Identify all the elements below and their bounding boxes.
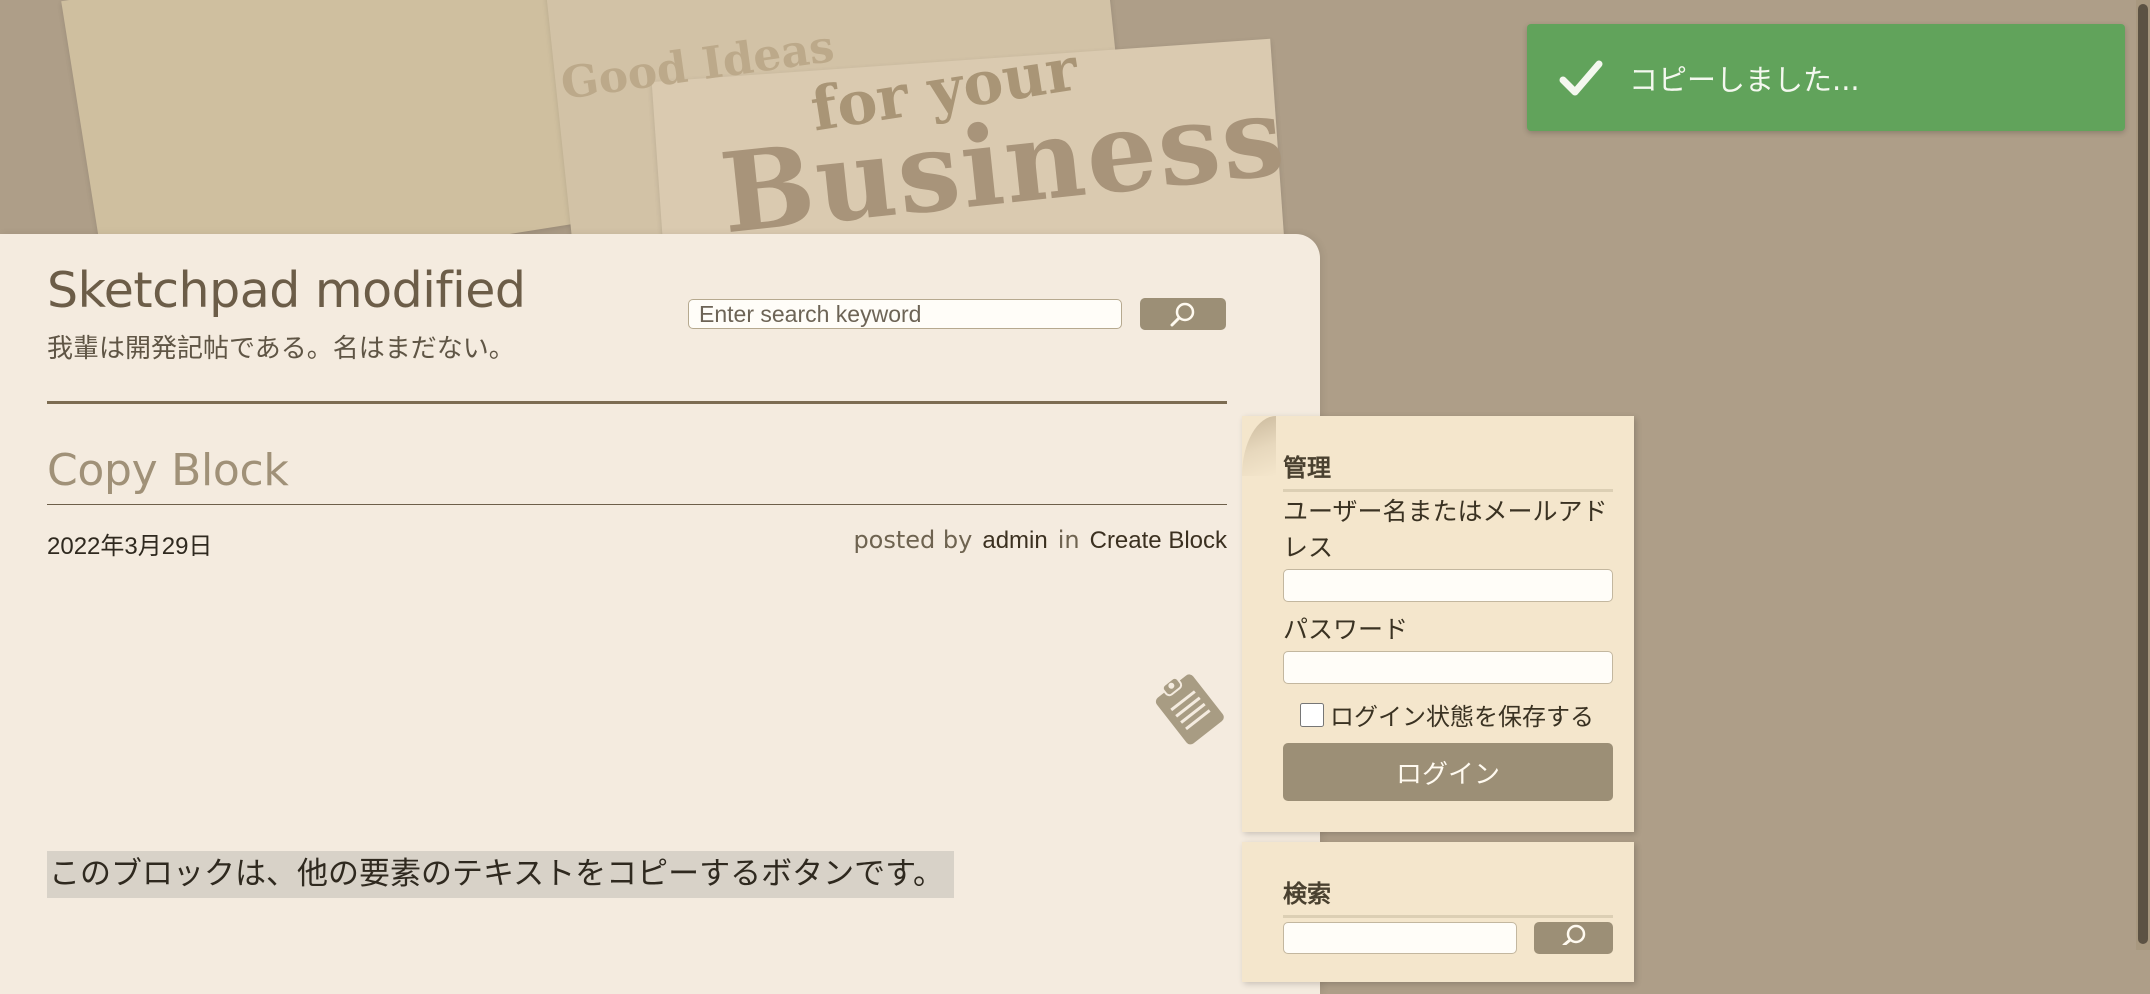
copy-toast: コピーしました... bbox=[1527, 24, 2125, 131]
in-label: in bbox=[1057, 526, 1080, 554]
post-date: 2022年3月29日 bbox=[47, 533, 213, 560]
search-input[interactable] bbox=[688, 299, 1122, 329]
scrollbar-thumb[interactable] bbox=[2138, 4, 2148, 944]
post-meta: posted by admin in Create Block bbox=[853, 526, 1227, 555]
search-icon bbox=[1170, 302, 1195, 327]
sidebar-search-button[interactable] bbox=[1534, 922, 1613, 954]
site-tagline: 我輩は開発記帖である。名はまだない。 bbox=[47, 334, 515, 364]
page-curl bbox=[1242, 416, 1276, 476]
password-label: パスワード bbox=[1283, 615, 1409, 644]
clipboard-icon bbox=[1155, 674, 1224, 745]
remember-me-label: ログイン状態を保存する bbox=[1330, 703, 1594, 731]
scrollbar[interactable] bbox=[2136, 0, 2150, 950]
search-widget-heading: 検索 bbox=[1283, 874, 1613, 918]
search-icon bbox=[1562, 924, 1585, 945]
search-widget: 検索 bbox=[1242, 842, 1634, 982]
password-input[interactable] bbox=[1283, 651, 1613, 684]
posted-by-label: posted by bbox=[853, 526, 973, 554]
header-divider bbox=[47, 401, 1227, 404]
post-title-divider bbox=[47, 504, 1227, 505]
remember-me-checkbox[interactable] bbox=[1300, 702, 1324, 727]
remember-me[interactable]: ログイン状態を保存する bbox=[1300, 697, 1594, 732]
search-button[interactable] bbox=[1140, 298, 1226, 330]
author-link[interactable]: admin bbox=[982, 527, 1047, 555]
login-widget-heading: 管理 bbox=[1283, 448, 1613, 492]
username-input[interactable] bbox=[1283, 569, 1613, 602]
login-widget: 管理 ユーザー名またはメールアドレス パスワード ログイン状態を保存する ログイ… bbox=[1242, 416, 1634, 832]
username-label: ユーザー名またはメールアドレス bbox=[1283, 497, 1608, 562]
post-body-text: このブロックは、他の要素のテキストをコピーするボタンです。 bbox=[47, 851, 954, 898]
sidebar-search-input[interactable] bbox=[1283, 922, 1517, 954]
check-icon bbox=[1559, 60, 1603, 95]
toast-message: コピーしました... bbox=[1629, 62, 1860, 97]
category-link[interactable]: Create Block bbox=[1090, 527, 1227, 555]
login-button[interactable]: ログイン bbox=[1283, 743, 1613, 801]
post-title: Copy Block bbox=[47, 445, 289, 496]
header-image: Good Ideas for your Business bbox=[0, 0, 1320, 240]
site-title[interactable]: Sketchpad modified bbox=[47, 262, 526, 319]
